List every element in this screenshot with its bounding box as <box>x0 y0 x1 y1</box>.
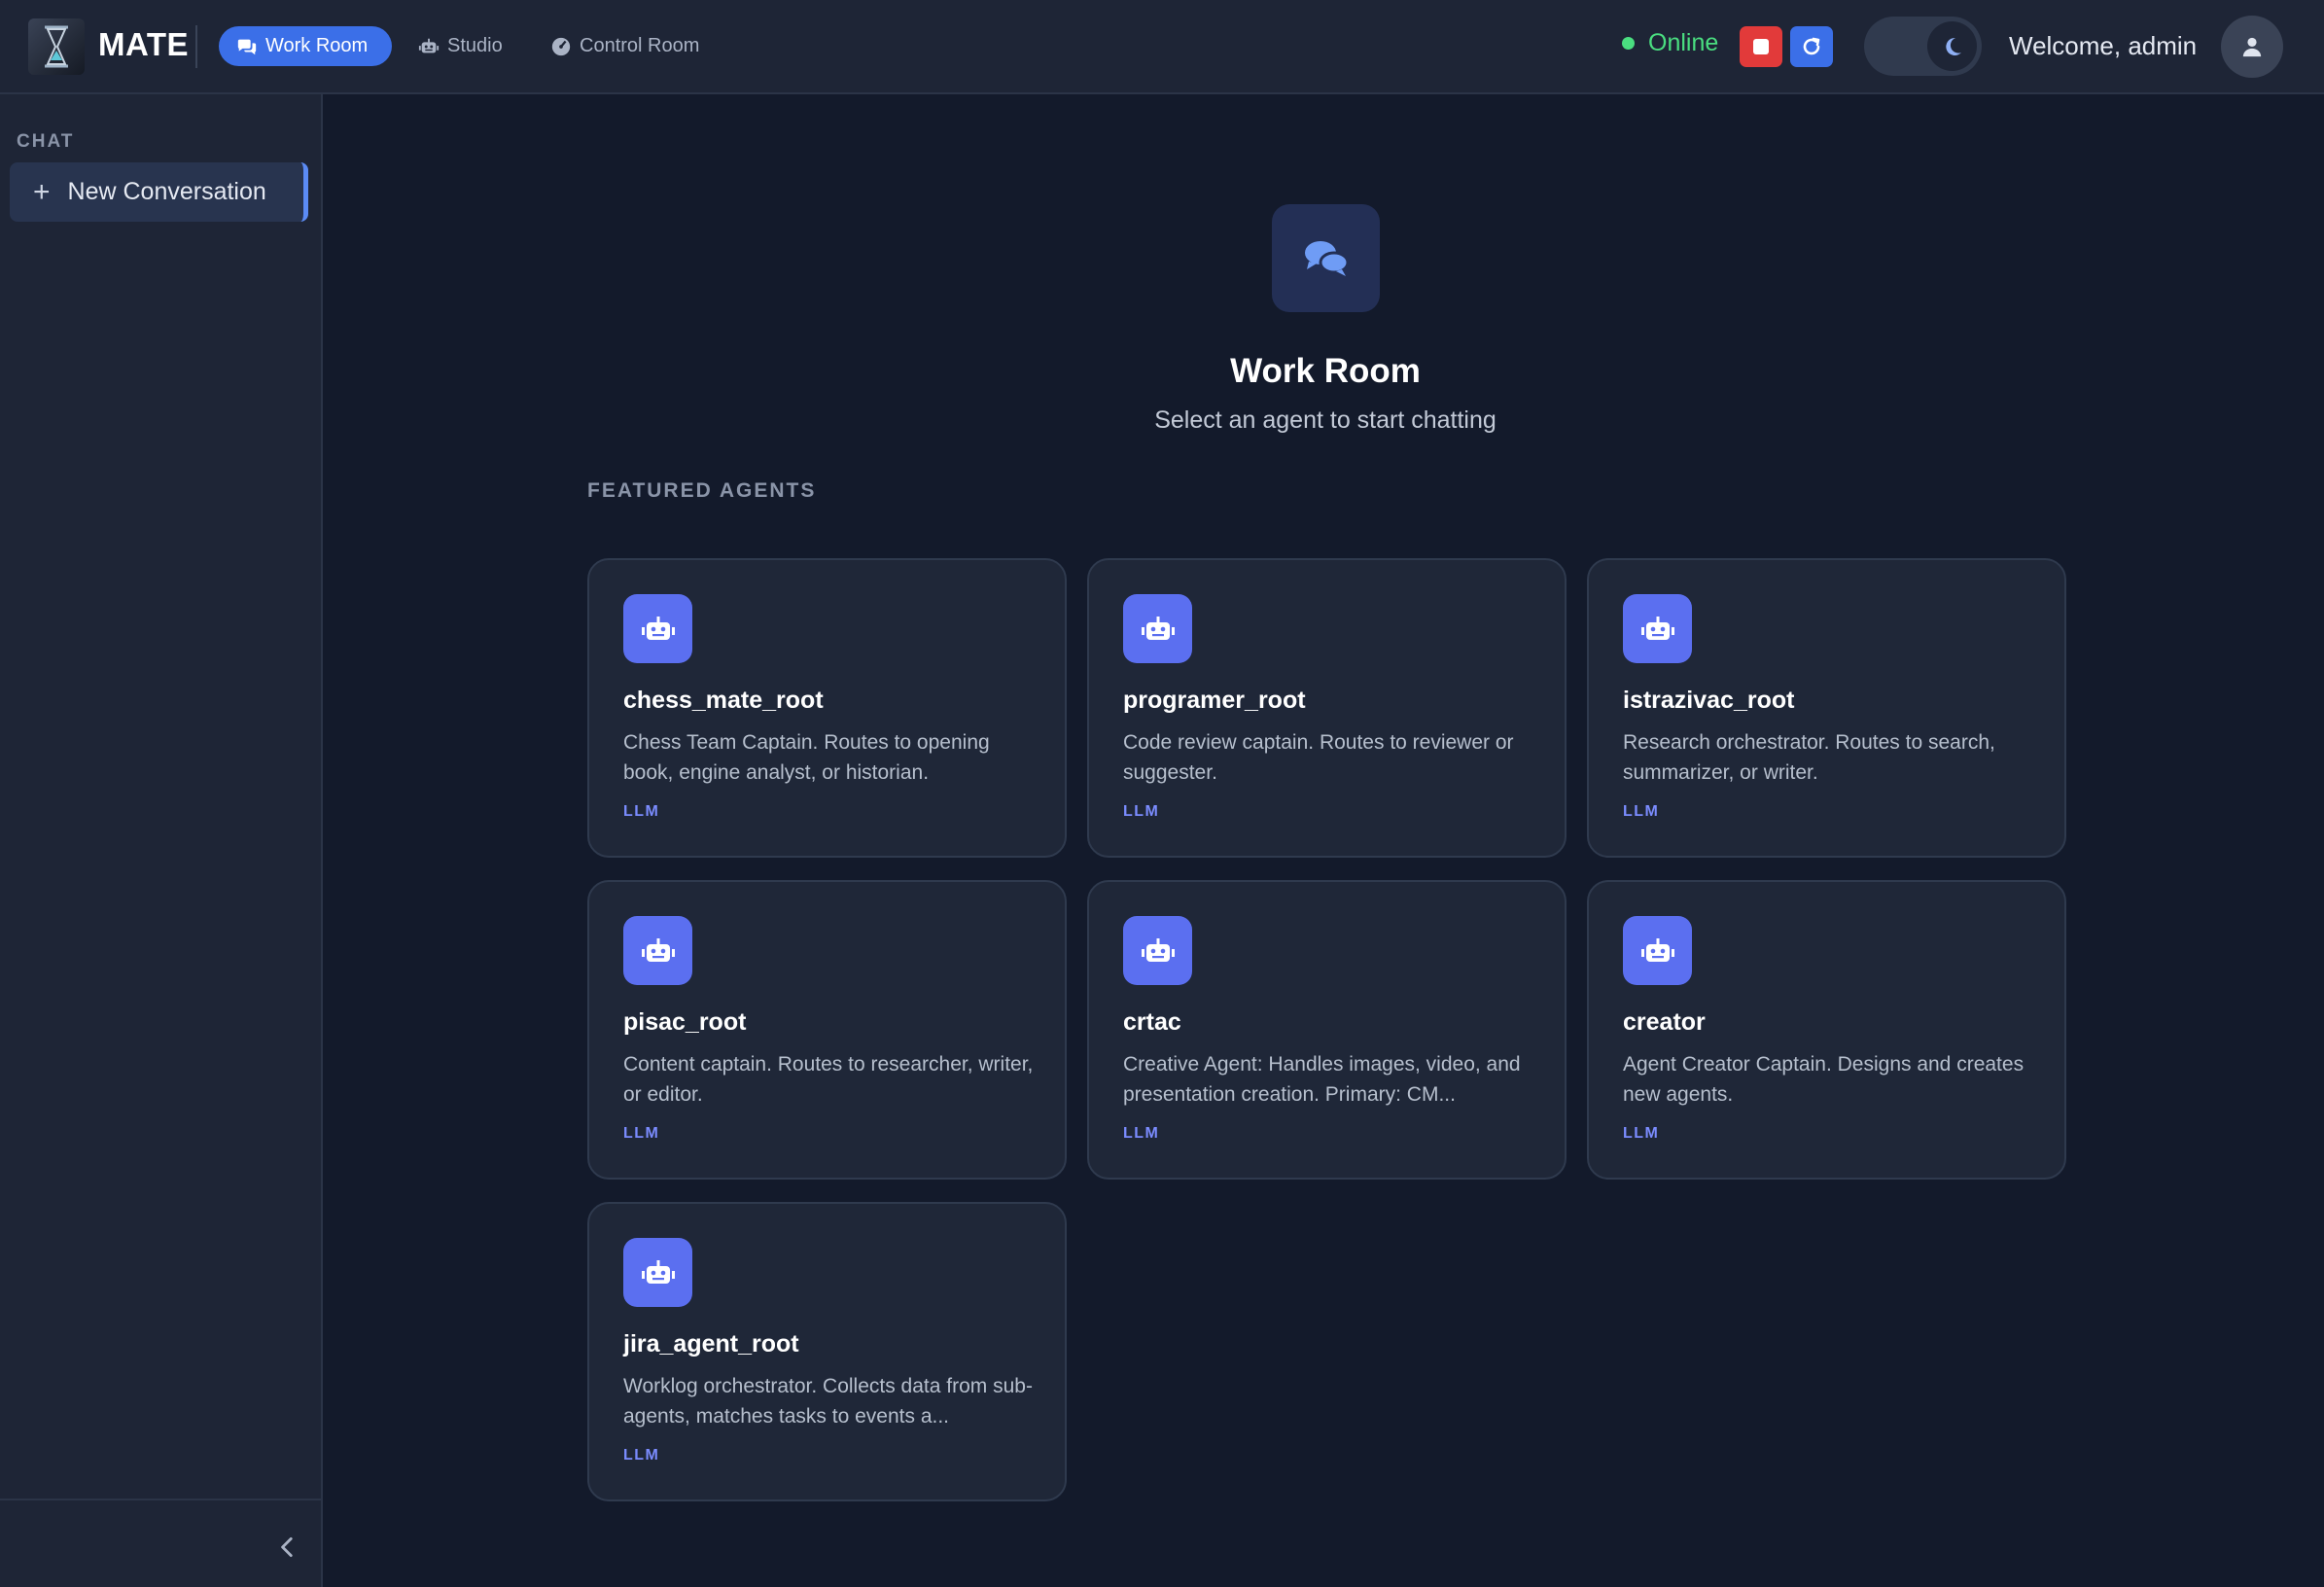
agent-card-programer-root[interactable]: programer_root Code review captain. Rout… <box>1087 558 1567 858</box>
theme-knob <box>1927 21 1977 71</box>
tab-studio[interactable]: Studio <box>401 26 520 66</box>
robot-icon <box>623 1238 692 1307</box>
agent-name: istrazivac_root <box>1623 687 1795 714</box>
agent-name: programer_root <box>1123 687 1306 714</box>
stop-button[interactable] <box>1740 26 1782 67</box>
status-dot-icon <box>1622 37 1635 50</box>
mate-logo[interactable] <box>28 18 85 75</box>
new-conversation-button[interactable]: + New Conversation <box>10 162 308 222</box>
agent-type-tag: LLM <box>1623 803 1660 820</box>
agent-name: creator <box>1623 1008 1706 1036</box>
agent-description: Agent Creator Captain. Designs and creat… <box>1623 1053 2025 1106</box>
agent-card-istrazivac-root[interactable]: istrazivac_root Research orchestrator. R… <box>1587 558 2066 858</box>
connection-status: Online <box>1622 29 1718 57</box>
tab-control-room-label: Control Room <box>580 35 700 56</box>
top-bar: MATE Work Room Studio Control Room Onlin… <box>0 0 2324 94</box>
user-icon <box>2242 37 2262 57</box>
chat-bubbles-icon <box>1304 240 1349 276</box>
robot-icon <box>1623 594 1692 663</box>
chat-bubbles-icon <box>237 39 257 54</box>
chevron-left-icon <box>281 1536 293 1558</box>
work-room-hero-icon <box>1272 204 1380 312</box>
refresh-icon <box>1803 37 1820 55</box>
tab-work-room[interactable]: Work Room <box>219 26 392 66</box>
agent-description: Content captain. Routes to researcher, w… <box>623 1053 1034 1106</box>
plus-icon: + <box>33 175 51 208</box>
agent-card-jira-agent-root[interactable]: jira_agent_root Worklog orchestrator. Co… <box>587 1202 1067 1501</box>
agent-name: crtac <box>1123 1008 1181 1036</box>
agent-type-tag: LLM <box>623 803 660 820</box>
robot-icon <box>1623 916 1692 985</box>
status-label: Online <box>1648 29 1719 56</box>
agent-type-tag: LLM <box>623 1125 660 1142</box>
moon-icon <box>1945 37 1961 55</box>
refresh-button[interactable] <box>1790 26 1833 67</box>
robot-icon <box>623 594 692 663</box>
theme-toggle[interactable] <box>1864 17 1982 76</box>
tab-control-room[interactable]: Control Room <box>533 26 717 66</box>
sidebar-heading: CHAT <box>17 131 75 152</box>
agent-card-pisac-root[interactable]: pisac_root Content captain. Routes to re… <box>587 880 1067 1180</box>
sidebar-footer <box>0 1499 321 1587</box>
agent-card-creator[interactable]: creator Agent Creator Captain. Designs a… <box>1587 880 2066 1180</box>
sidebar: CHAT + New Conversation <box>0 94 323 1587</box>
featured-agents-heading: FEATURED AGENTS <box>587 479 817 502</box>
brand-divider <box>195 25 197 68</box>
agent-description: Creative Agent: Handles images, video, a… <box>1123 1053 1521 1106</box>
collapse-sidebar-button[interactable] <box>270 1530 305 1565</box>
page-title: Work Room <box>1230 352 1421 390</box>
agent-type-tag: LLM <box>1123 803 1160 820</box>
agent-type-tag: LLM <box>623 1447 660 1464</box>
agent-name: pisac_root <box>623 1008 747 1036</box>
agent-description: Worklog orchestrator. Collects data from… <box>623 1375 1033 1428</box>
agent-type-tag: LLM <box>1123 1125 1160 1142</box>
robot-icon <box>418 38 440 53</box>
agent-type-tag: LLM <box>1623 1125 1660 1142</box>
tab-studio-label: Studio <box>447 35 503 56</box>
agent-name: chess_mate_root <box>623 687 824 714</box>
agent-description: Chess Team Captain. Routes to opening bo… <box>623 731 990 784</box>
new-conversation-label: New Conversation <box>67 178 266 205</box>
tab-work-room-label: Work Room <box>265 35 369 56</box>
robot-icon <box>1123 916 1192 985</box>
stop-icon <box>1753 39 1769 54</box>
page-subtitle: Select an agent to start chatting <box>1154 406 1497 434</box>
robot-icon <box>1123 594 1192 663</box>
agent-name: jira_agent_root <box>623 1330 799 1358</box>
agent-description: Research orchestrator. Routes to search,… <box>1623 731 1995 784</box>
agent-description: Code review captain. Routes to reviewer … <box>1123 731 1514 784</box>
hourglass-logo-icon <box>45 25 68 68</box>
user-avatar[interactable] <box>2221 16 2283 78</box>
agent-card-chess-mate-root[interactable]: chess_mate_root Chess Team Captain. Rout… <box>587 558 1067 858</box>
gauge-icon <box>551 37 571 55</box>
brand-name: MATE <box>98 26 190 62</box>
agent-card-crtac[interactable]: crtac Creative Agent: Handles images, vi… <box>1087 880 1567 1180</box>
robot-icon <box>623 916 692 985</box>
welcome-message: Welcome, admin <box>2009 31 2198 60</box>
